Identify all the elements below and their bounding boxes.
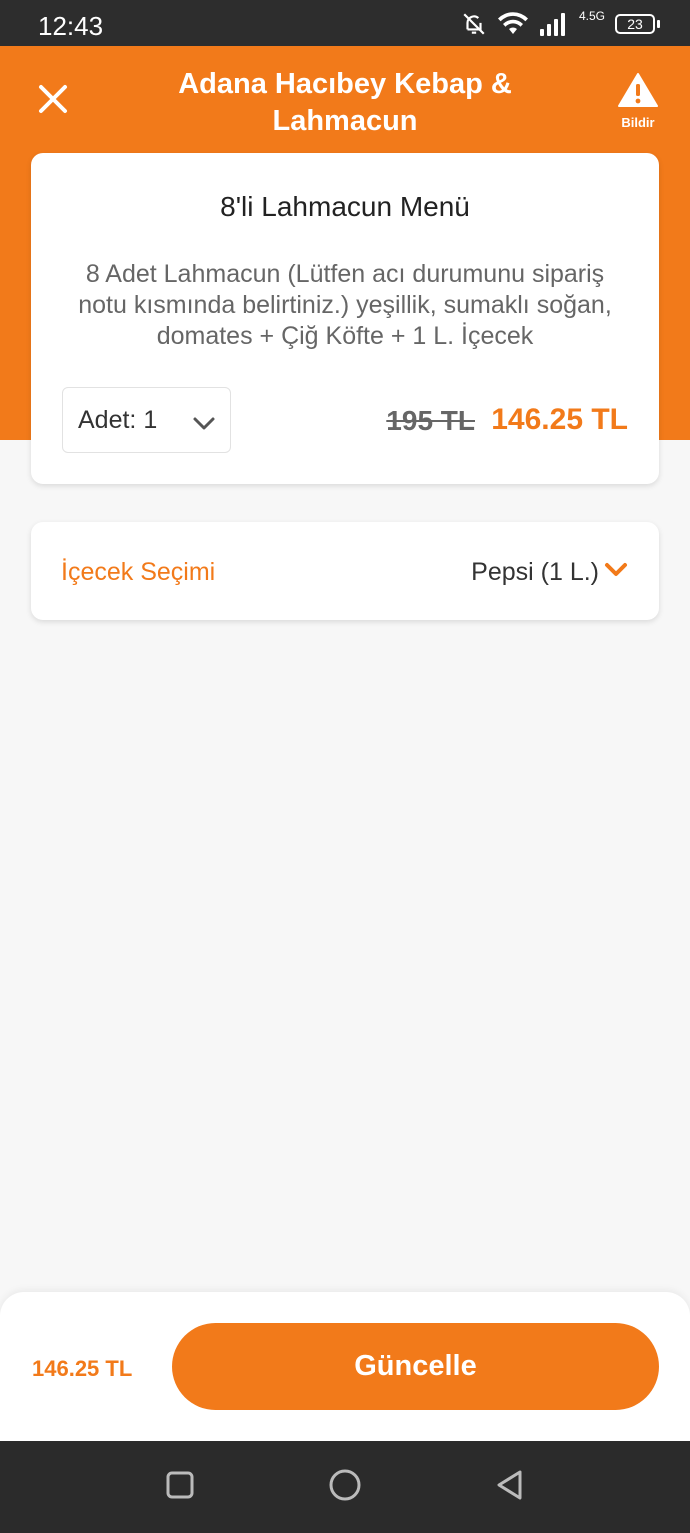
drink-selection-row[interactable]: İçecek Seçimi Pepsi (1 L.): [31, 522, 659, 620]
back-icon: [494, 1469, 526, 1506]
network-type: 4.5G: [578, 9, 605, 23]
option-value: Pepsi (1 L.): [471, 558, 599, 586]
wifi-icon: [497, 12, 529, 36]
recents-button[interactable]: [162, 1469, 198, 1505]
option-label: İçecek Seçimi: [61, 558, 216, 586]
product-title: 8'li Lahmacun Menü: [220, 191, 470, 222]
status-time: 12:43: [38, 11, 104, 41]
old-price: 195 TL: [386, 405, 475, 436]
chevron-down-icon: [192, 410, 216, 439]
close-button[interactable]: [30, 78, 76, 124]
product-description: 8 Adet Lahmacun (Lütfen acı durumunu sip…: [78, 260, 612, 350]
product-card: 8'li Lahmacun Menü 8 Adet Lahmacun (Lütf…: [31, 153, 659, 484]
report-button[interactable]: Bildir: [612, 72, 664, 130]
quantity-select[interactable]: Adet: 1: [62, 387, 231, 453]
warning-icon: [617, 72, 659, 113]
chevron-down-icon: [604, 562, 628, 583]
status-bar: 12:43 4.5G 23: [0, 0, 690, 46]
signal-icon: [539, 11, 569, 37]
bottom-bar: 146.25 TL Güncelle: [0, 1292, 690, 1441]
home-icon: [328, 1468, 362, 1507]
back-button[interactable]: [492, 1469, 528, 1505]
battery-icon: 23: [615, 14, 660, 34]
recents-icon: [165, 1470, 195, 1505]
close-icon: [38, 84, 68, 119]
new-price: 146.25 TL: [491, 403, 628, 436]
home-button[interactable]: [327, 1469, 363, 1505]
report-label: Bildir: [621, 115, 655, 130]
update-button[interactable]: Güncelle: [172, 1323, 659, 1410]
quantity-label: Adet: 1: [78, 405, 158, 434]
battery-tip: [657, 20, 660, 28]
navigation-bar: [0, 1441, 690, 1533]
status-icons: 4.5G 23: [461, 9, 660, 38]
bell-off-icon: [461, 11, 487, 37]
battery-level: 23: [615, 14, 655, 34]
restaurant-title: Adana Hacıbey Kebap & Lahmacun: [178, 68, 512, 137]
total-price: 146.25 TL: [32, 1356, 133, 1381]
